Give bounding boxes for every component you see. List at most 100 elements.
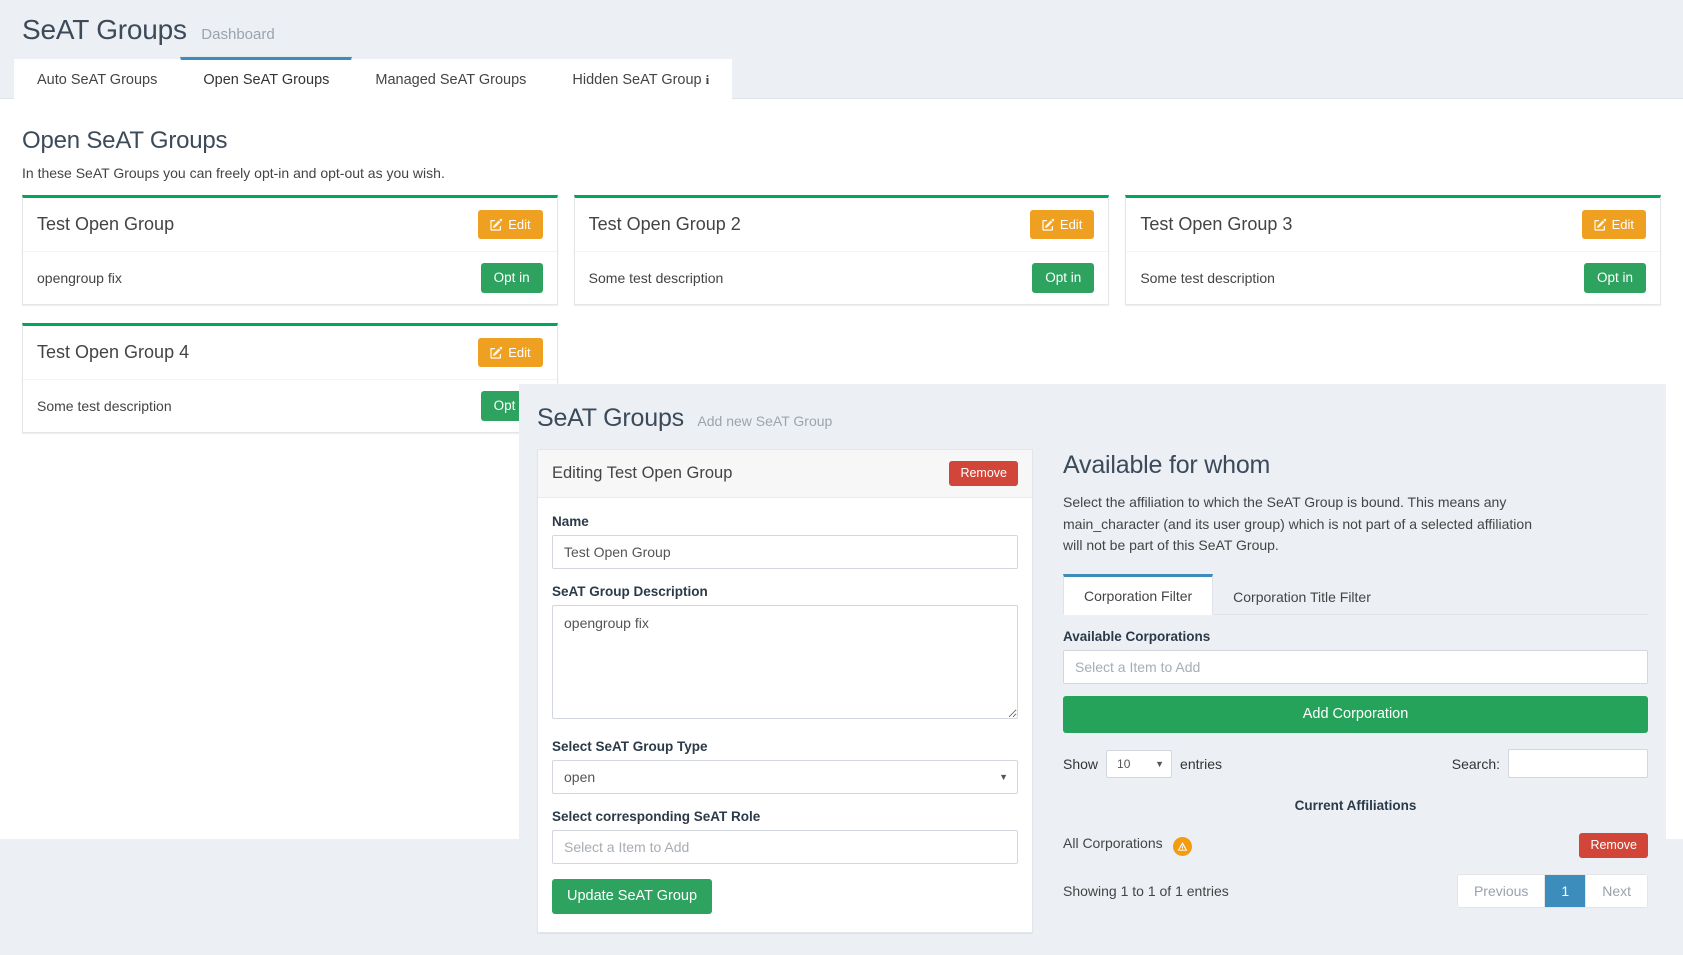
tab-corporation-filter[interactable]: Corporation Filter	[1063, 574, 1214, 616]
section-title: Open SeAT Groups	[22, 127, 228, 154]
warning-triangle-icon	[1172, 837, 1192, 857]
group-card-body: opengroup fix Opt in	[23, 252, 557, 304]
section-description: In these SeAT Groups you can freely opt-…	[22, 165, 445, 181]
name-field-group: Name	[552, 514, 1018, 569]
opt-in-button[interactable]: Opt in	[480, 263, 543, 294]
group-card-description: Some test description	[588, 270, 724, 287]
add-corporation-button[interactable]: Add Corporation	[1063, 696, 1648, 734]
name-label: Name	[552, 514, 589, 529]
group-card-title: Test Open Group 2	[588, 214, 741, 234]
group-card-container: Test Open Group 4 Edit Some test descrip…	[14, 323, 566, 451]
remove-group-button[interactable]: Remove	[949, 461, 1018, 486]
tab-auto-seat-groups[interactable]: Auto SeAT Groups	[14, 59, 181, 99]
edit-button-label: Edit	[508, 344, 531, 360]
tab-label: Auto SeAT Groups	[37, 72, 158, 88]
group-card-title: Test Open Group 4	[37, 342, 190, 363]
update-button-label: Update SeAT Group	[567, 888, 698, 904]
affiliation-panel: Available for whom Select the affiliatio…	[1063, 449, 1648, 909]
group-card: Test Open Group 4 Edit Some test descrip…	[22, 323, 558, 434]
seat-role-label: Select corresponding SeAT Role	[552, 809, 761, 824]
opt-in-label: Opt in	[1045, 270, 1082, 285]
tab-label: Managed SeAT Groups	[375, 72, 527, 88]
affiliation-title: Available for whom	[1063, 451, 1271, 479]
affiliation-name-cell: All Corporations	[1063, 827, 1444, 872]
main-tabbar: Auto SeAT Groups Open SeAT Groups Manage…	[0, 56, 1683, 99]
corporation-filter-panel: Available Corporations Add Corporation S…	[1063, 615, 1648, 909]
tab-managed-seat-groups[interactable]: Managed SeAT Groups	[352, 59, 550, 99]
group-type-field-group: Select SeAT Group Type ▼	[552, 739, 1018, 794]
search-label: Search:	[1451, 755, 1500, 772]
search-input[interactable]	[1508, 749, 1648, 779]
opt-in-button[interactable]: Opt in	[1583, 263, 1646, 294]
group-card-description: Some test description	[1140, 270, 1275, 287]
description-label: SeAT Group Description	[552, 584, 708, 599]
group-type-select[interactable]	[552, 760, 1018, 794]
edit-pencil-icon	[490, 347, 503, 359]
group-card-header: Test Open Group Edit	[23, 198, 557, 252]
info-icon: i	[705, 72, 710, 87]
group-name-input[interactable]	[552, 535, 1018, 569]
edit-group-button[interactable]: Edit	[478, 209, 543, 240]
opt-in-button[interactable]: Opt in	[1032, 263, 1095, 294]
edit-form-title: Editing Test Open Group	[552, 464, 733, 482]
affiliation-description: Select the affiliation to which the SeAT…	[1063, 494, 1532, 554]
tab-hidden-seat-group[interactable]: Hidden SeAT Group i	[549, 59, 733, 99]
showing-entries-info: Showing 1 to 1 of 1 entries	[1063, 883, 1229, 900]
tab-corporation-title-filter[interactable]: Corporation Title Filter	[1213, 578, 1391, 615]
edit-group-button[interactable]: Edit	[478, 337, 543, 368]
edit-button-label: Edit	[508, 216, 531, 232]
edit-group-form-card: Editing Test Open Group Remove Name SeAT…	[537, 449, 1033, 934]
page-title: SeAT Groups	[22, 14, 187, 45]
available-corporations-label: Available Corporations	[1063, 629, 1211, 645]
page-header: SeAT Groups Dashboard	[0, 0, 1683, 56]
edit-pencil-icon	[1042, 218, 1055, 231]
search-control: Search:	[1451, 749, 1648, 779]
group-card: Test Open Group 2 Edit Some test descrip…	[573, 195, 1110, 306]
page-length-select[interactable]	[1106, 749, 1173, 778]
group-card: Test Open Group Edit opengroup fix Opt i…	[22, 195, 558, 306]
edit-group-button[interactable]: Edit	[1029, 209, 1095, 240]
group-description-textarea[interactable]	[552, 605, 1018, 719]
pagination-previous[interactable]: Previous	[1457, 875, 1546, 908]
available-corporations-input[interactable]	[1063, 650, 1648, 685]
edit-button-label: Edit	[1611, 216, 1634, 232]
seat-group-editor-panel: SeAT Groups Add new SeAT Group Editing T…	[519, 384, 1666, 955]
remove-affiliation-button[interactable]: Remove	[1579, 833, 1648, 859]
remove-button-label: Remove	[960, 466, 1007, 480]
opt-in-label: Opt in	[493, 270, 530, 285]
datatable-footer: Showing 1 to 1 of 1 entries Previous 1 N…	[1063, 874, 1648, 909]
entries-label: entries	[1180, 755, 1223, 772]
group-type-label: Select SeAT Group Type	[552, 739, 708, 754]
page-length-control: Show ▼ entries	[1063, 749, 1223, 778]
edit-form-body: Name SeAT Group Description Select SeAT …	[538, 498, 1032, 932]
inner-tab-label: Corporation Filter	[1084, 588, 1193, 605]
edit-group-button[interactable]: Edit	[1581, 209, 1646, 240]
pagination: Previous 1 Next	[1456, 874, 1648, 909]
editor-panel-body: Editing Test Open Group Remove Name SeAT…	[537, 449, 1648, 934]
table-header-current-affiliations: Current Affiliations	[1294, 798, 1417, 814]
group-card-container: Test Open Group 2 Edit Some test descrip…	[566, 195, 1118, 323]
affiliation-name: All Corporations	[1063, 835, 1163, 852]
inner-tab-label: Corporation Title Filter	[1233, 589, 1371, 606]
add-corporation-label: Add Corporation	[1302, 706, 1409, 723]
seat-role-select-input[interactable]	[552, 830, 1018, 864]
opt-in-label: Opt in	[1596, 270, 1633, 285]
table-row: All Corporations Remove	[1063, 827, 1648, 872]
current-affiliations-table: Current Affiliations All Corporations Re…	[1063, 792, 1648, 872]
seat-role-field-group: Select corresponding SeAT Role	[552, 809, 1018, 864]
editor-panel-header: SeAT Groups Add new SeAT Group	[537, 398, 1648, 433]
group-card-description: Some test description	[37, 398, 172, 415]
pagination-page-1[interactable]: 1	[1545, 875, 1587, 908]
warning-triangle-glyph	[1177, 842, 1187, 852]
group-card-description: opengroup fix	[37, 270, 122, 287]
content-area: Open SeAT Groups In these SeAT Groups yo…	[0, 99, 1683, 955]
tab-label: Hidden SeAT Group	[572, 72, 702, 88]
pagination-next[interactable]: Next	[1586, 875, 1647, 908]
group-card-body: Some test description Opt in	[575, 252, 1109, 304]
group-card-body: Some test description Opt in	[1126, 252, 1660, 304]
tab-open-seat-groups[interactable]: Open SeAT Groups	[180, 57, 353, 99]
tab-label: Open SeAT Groups	[203, 72, 330, 88]
edit-pencil-icon	[1593, 218, 1606, 231]
update-seat-group-button[interactable]: Update SeAT Group	[552, 879, 713, 915]
show-label: Show	[1063, 755, 1099, 772]
